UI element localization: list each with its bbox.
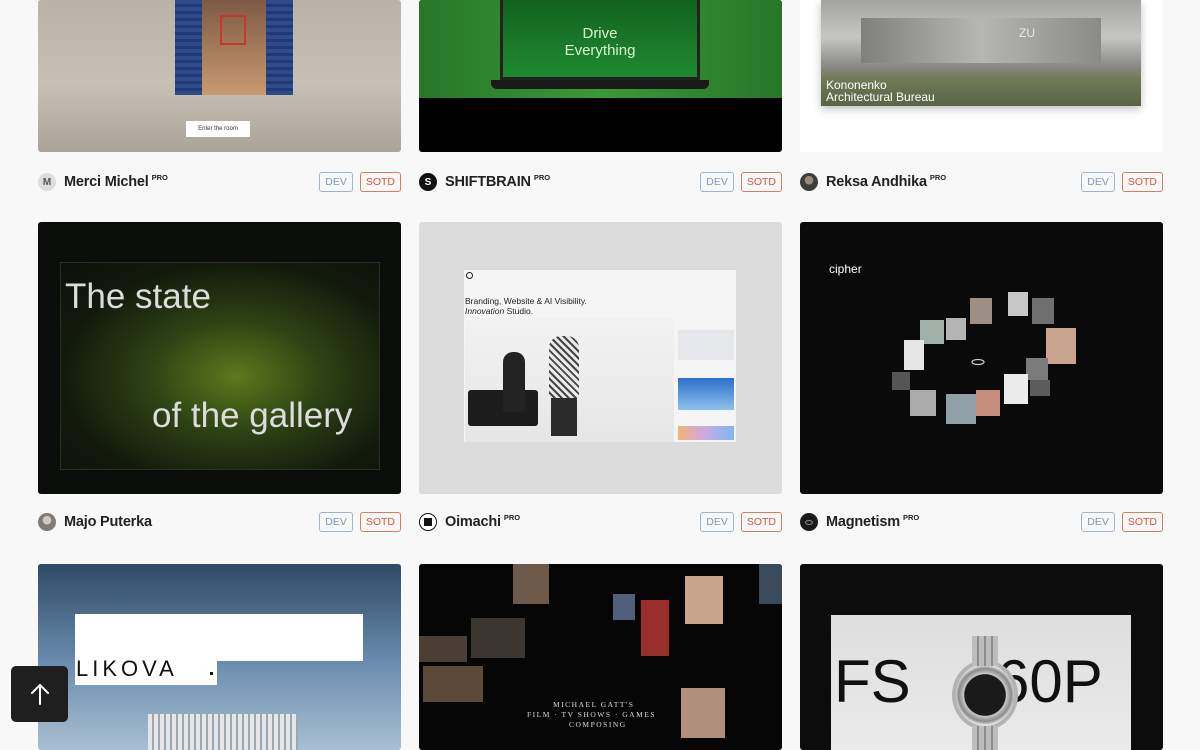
pro-tag: PRO xyxy=(902,512,920,522)
avatar[interactable] xyxy=(800,173,818,191)
author-name[interactable]: Oimachi xyxy=(445,514,501,530)
avatar[interactable]: M xyxy=(38,173,56,191)
author-name[interactable]: Magnetism xyxy=(826,514,900,530)
building-photo: ZU Kononenko Architectural Bureau xyxy=(821,0,1141,106)
watch-image xyxy=(956,664,1014,726)
shutter-right xyxy=(266,0,293,95)
sotd-badge[interactable]: SOTD xyxy=(740,512,782,532)
author-name[interactable]: Reksa Andhika xyxy=(826,174,927,190)
white-panel xyxy=(75,614,363,661)
site-preview-kononenko[interactable]: ZU Kononenko Architectural Bureau xyxy=(800,0,1163,152)
card-meta-magnetism: Magnetism PRO DEV SOTD xyxy=(800,510,1163,534)
pro-tag: PRO xyxy=(151,172,168,182)
pro-tag: PRO xyxy=(533,172,551,182)
avatar[interactable] xyxy=(800,513,818,531)
arrow-up-icon xyxy=(30,684,49,705)
site-preview-likova[interactable]: LIKOVA xyxy=(38,564,401,750)
side-thumb-3 xyxy=(678,426,734,440)
avatar[interactable] xyxy=(419,513,437,531)
site-preview-shiftbrain[interactable]: Drive Everything xyxy=(419,0,782,152)
laptop-base xyxy=(491,80,709,89)
sotd-badge[interactable]: SOTD xyxy=(359,512,401,532)
site-preview-fs-60p[interactable]: FS 60P xyxy=(800,564,1163,750)
dev-badge[interactable]: DEV xyxy=(319,172,353,192)
site-preview-gallery[interactable]: The state of the gallery xyxy=(38,222,401,494)
card-meta-merci-michel: M Merci Michel PRO DEV SOTD xyxy=(38,170,401,194)
author-name[interactable]: SHIFTBRAIN xyxy=(445,174,531,190)
window-opening xyxy=(202,0,266,95)
sotd-badge[interactable]: SOTD xyxy=(359,172,401,192)
enter-room-button[interactable]: Enter the room xyxy=(186,121,250,137)
building-shape xyxy=(148,714,298,750)
laptop-screen: Drive Everything xyxy=(500,0,700,80)
site-preview-oimachi[interactable]: Branding, Website & AI Visibility. Innov… xyxy=(419,222,782,494)
browser-mock: Branding, Website & AI Visibility. Innov… xyxy=(464,270,736,442)
photo-ring xyxy=(892,292,1076,424)
sotd-badge[interactable]: SOTD xyxy=(740,172,782,192)
oimachi-logo-icon xyxy=(466,272,473,279)
author-name[interactable]: Majo Puterka xyxy=(64,514,152,530)
card-meta-majo-puterka: Majo Puterka DEV SOTD xyxy=(38,510,401,534)
avatar[interactable] xyxy=(38,513,56,531)
pro-tag: PRO xyxy=(503,512,521,522)
site-preview-cipher[interactable]: cipher xyxy=(800,222,1163,494)
scroll-to-top-button[interactable] xyxy=(11,666,68,722)
sotd-badge[interactable]: SOTD xyxy=(1121,172,1163,192)
side-thumb-2 xyxy=(678,378,734,410)
dev-badge[interactable]: DEV xyxy=(1081,172,1115,192)
dev-badge[interactable]: DEV xyxy=(319,512,353,532)
shutter-left xyxy=(175,0,202,95)
card-meta-shiftbrain: S SHIFTBRAIN PRO DEV SOTD xyxy=(419,170,782,194)
author-name[interactable]: Merci Michel xyxy=(64,174,149,190)
dev-badge[interactable]: DEV xyxy=(1081,512,1115,532)
side-thumb-1 xyxy=(678,330,734,360)
team-photo xyxy=(465,318,674,442)
site-preview-merci-michel[interactable]: Enter the room xyxy=(38,0,401,152)
avatar[interactable]: S xyxy=(419,173,437,191)
card-meta-oimachi: Oimachi PRO DEV SOTD xyxy=(419,510,782,534)
card-meta-reksa-andhika: Reksa Andhika PRO DEV SOTD xyxy=(800,170,1163,194)
site-preview-michael-gatt[interactable]: MICHAEL GATT'S FILM · TV SHOWS · GAMES C… xyxy=(419,564,782,750)
dev-badge[interactable]: DEV xyxy=(700,512,734,532)
pro-tag: PRO xyxy=(929,172,947,182)
sotd-badge[interactable]: SOTD xyxy=(1121,512,1163,532)
dev-badge[interactable]: DEV xyxy=(700,172,734,192)
